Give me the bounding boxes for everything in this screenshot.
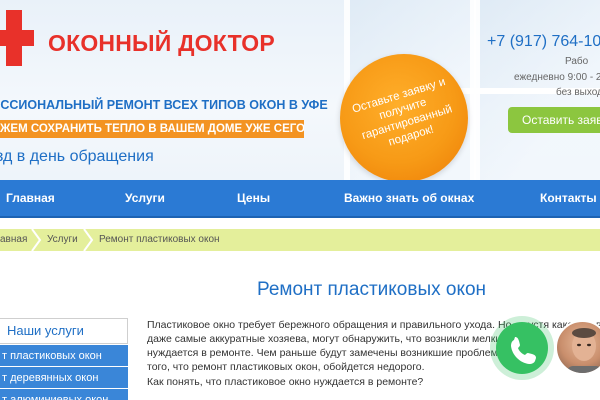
person-avatar-icon <box>567 328 600 373</box>
sidebar-heading: Наши услуги <box>7 323 84 338</box>
promo-text: Оставьте заявку и получите гарантированн… <box>350 76 454 149</box>
breadcrumb-current: Ремонт пластиковых окон <box>99 234 220 245</box>
nav-item-prices[interactable]: Цены <box>237 180 270 216</box>
tagline-third: зд в день обращения <box>0 148 154 165</box>
sidebar-heading-box: Наши услуги <box>0 318 128 344</box>
breadcrumb-services[interactable]: Услуги <box>47 229 78 251</box>
nav-item-home[interactable]: Главная <box>6 180 55 216</box>
page-title: Ремонт пластиковых окон <box>257 279 487 300</box>
leave-request-button[interactable]: Оставить заявк <box>508 107 600 133</box>
tagline-secondary: ЖЕМ СОХРАНИТЬ ТЕПЛО В ВАШЕМ ДОМЕ УЖЕ СЕГ… <box>0 120 304 138</box>
nav-item-services[interactable]: Услуги <box>125 180 165 216</box>
working-hours: ежедневно 9:00 - 2 <box>514 72 600 83</box>
breadcrumb-separator-icon <box>31 229 42 251</box>
callback-button[interactable] <box>496 322 548 374</box>
tagline-primary: ЕССИОНАЛЬНЫЙ РЕМОНТ ВСЕХ ТИПОВ ОКОН В УФ… <box>0 98 328 112</box>
breadcrumb-separator-icon <box>83 229 94 251</box>
breadcrumb: авная Услуги Ремонт пластиковых окон <box>0 229 600 251</box>
working-hours-label: Рабо <box>565 56 589 67</box>
logo-text[interactable]: ОКОННЫЙ ДОКТОР <box>48 30 275 57</box>
nav-item-important-info[interactable]: Важно знать об окнах <box>344 180 474 216</box>
phone-icon <box>511 337 536 364</box>
logo-cross-icon[interactable] <box>0 10 34 66</box>
promo-badge[interactable]: Оставьте заявку и получите гарантированн… <box>340 54 468 180</box>
sidebar-item-plastic-windows[interactable]: т пластиковых окон <box>0 345 128 367</box>
breadcrumb-home[interactable]: авная <box>0 229 27 251</box>
working-days: без выход <box>556 87 600 98</box>
site-header: ОКОННЫЙ ДОКТОР ЕССИОНАЛЬНЫЙ РЕМОНТ ВСЕХ … <box>0 0 600 180</box>
services-sidebar: Наши услуги т пластиковых окон т деревян… <box>0 318 128 400</box>
nav-item-contacts[interactable]: Контакты <box>540 180 597 216</box>
main-nav: Главная Услуги Цены Важно знать об окнах… <box>0 180 600 218</box>
phone-number[interactable]: +7 (917) 764-10 <box>487 33 600 51</box>
paragraph-question: Как понять, что пластиковое окно нуждает… <box>147 376 424 388</box>
sidebar-item-wooden-windows[interactable]: т деревянных окон <box>0 367 128 389</box>
sidebar-item-aluminium-windows[interactable]: т алюминиевых окон <box>0 389 128 400</box>
